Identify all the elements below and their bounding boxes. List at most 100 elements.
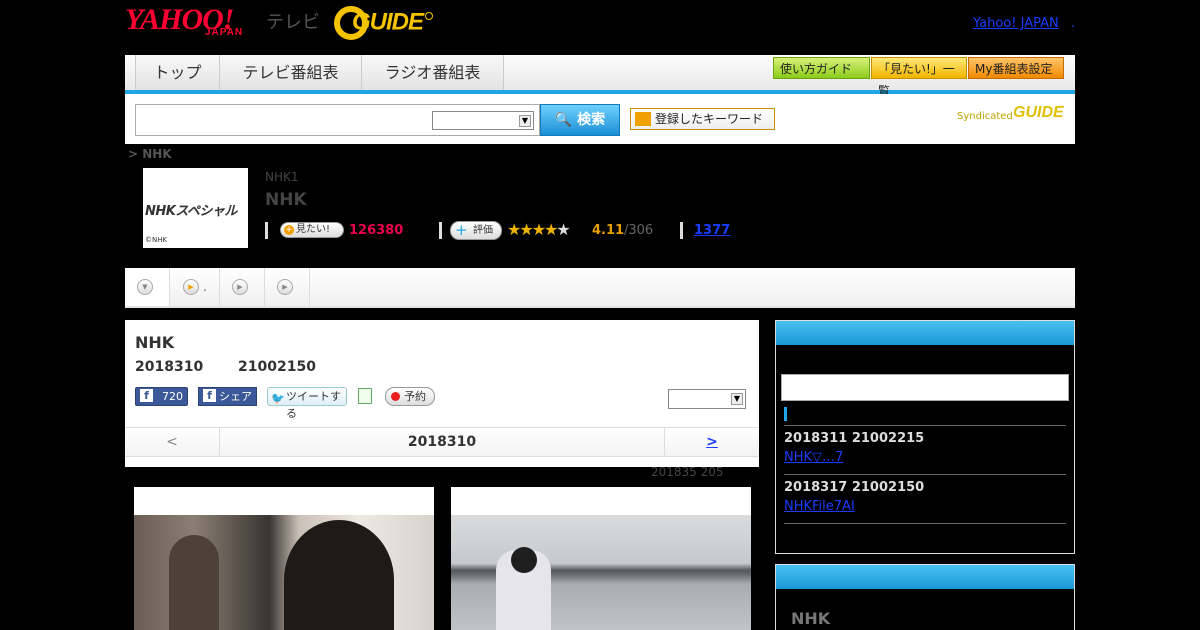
tv-logo-text[interactable]: テレビ: [266, 8, 320, 34]
chevron-down-icon: ▼: [519, 115, 531, 127]
divider: [784, 523, 1066, 524]
divider: [784, 425, 1066, 426]
search-button[interactable]: 🔍 検索: [540, 104, 620, 136]
photo-sea-scene: [451, 515, 751, 630]
facebook-share-button[interactable]: f シェア: [198, 387, 257, 406]
photo-head: [284, 520, 394, 630]
pager-prev[interactable]: <: [125, 428, 220, 456]
subtab-2[interactable]: ▶.: [170, 268, 220, 306]
rate-button[interactable]: + 評価: [450, 221, 502, 240]
episode-image-1[interactable]: [134, 487, 434, 630]
pager-current-date: 2018310: [407, 434, 477, 450]
rating-stars: ★★★★★: [507, 220, 571, 239]
like-count: 720: [162, 390, 183, 403]
search-bar: ▼ 🔍 検索 登録したキーワード Syndicated GUIDE: [125, 94, 1075, 144]
episode-panel: NHK 2018310 21002150 f 720 f シェア 🐦 ツイートする 予…: [125, 320, 759, 467]
record-dot-icon: [391, 392, 400, 401]
yahoo-japan-link[interactable]: Yahoo! JAPAN: [973, 16, 1059, 31]
upcoming-item-date: 2018311 21002215: [784, 431, 925, 446]
channel-name: NHK1: [265, 170, 299, 184]
want-count: 126380: [349, 223, 404, 238]
subtab-3[interactable]: ▶: [220, 268, 265, 306]
episode-time: 21002150: [238, 359, 316, 375]
thumbnail-title: NHKスペシャル: [145, 204, 237, 219]
review-count-link[interactable]: 1377: [694, 223, 730, 238]
gguide-logo[interactable]: GUIDE: [334, 6, 424, 40]
want-list-button[interactable]: 「見たい!」一覧: [871, 57, 967, 98]
sidebar-box-header: [776, 321, 1074, 345]
play-icon: ▶: [232, 279, 248, 295]
rating-count: /306: [624, 223, 654, 238]
episode-image-2[interactable]: [451, 487, 751, 630]
photo-person: [169, 535, 219, 630]
registered-mark-icon: [425, 12, 433, 20]
tab-tv-schedule[interactable]: テレビ番組表: [220, 55, 362, 90]
twitter-bird-icon: 🐦: [271, 392, 285, 405]
star-icon: ★: [507, 220, 521, 239]
breadcrumb[interactable]: > NHK: [128, 147, 172, 161]
facebook-like-button[interactable]: f 720: [135, 387, 188, 406]
my-schedule-settings-button[interactable]: My番組表設定: [968, 57, 1064, 79]
syndicated-label: Syndicated: [957, 111, 1013, 122]
guide-button[interactable]: 使い方ガイド: [773, 57, 870, 79]
upcoming-item-date: 2018317 21002150: [784, 480, 925, 495]
play-icon: ▶: [277, 279, 293, 295]
tweet-button[interactable]: 🐦 ツイートする: [267, 387, 347, 420]
program-subtabs: ▼ ▶. ▶ ▶: [125, 268, 1075, 308]
tab-radio-schedule[interactable]: ラジオ番組表: [362, 55, 504, 90]
gguide-logo-text: GUIDE: [352, 8, 424, 36]
reserve-button[interactable]: 予約: [385, 387, 435, 406]
pager-next[interactable]: >: [664, 428, 759, 456]
triangle-down-icon: [635, 112, 651, 126]
plus-icon: +: [455, 221, 468, 239]
subtab-info[interactable]: ▼: [125, 268, 170, 306]
subtab-4[interactable]: ▶: [265, 268, 310, 306]
search-button-label: 検索: [577, 112, 606, 128]
search-scope-select[interactable]: ▼: [432, 111, 534, 130]
tweet-label: ツイートする: [286, 390, 341, 420]
divider-bar: [439, 222, 442, 239]
upcoming-item-link[interactable]: NHKFile7AI: [784, 499, 855, 514]
clip-icon[interactable]: [358, 388, 372, 404]
star-icon: ★: [519, 220, 533, 239]
divider: [784, 474, 1066, 475]
episode-date: 2018310: [135, 359, 204, 375]
yahoo-japan-logo-text: JAPAN: [205, 27, 244, 38]
subtab-2-label: .: [203, 280, 207, 294]
sidebar-box-2: NHK: [775, 564, 1075, 630]
photo-head: [511, 547, 537, 573]
syndicated-gguide-logo: GUIDE: [1013, 104, 1064, 121]
rate-button-label: 評価: [473, 225, 493, 236]
chevron-down-icon: ▼: [731, 393, 743, 405]
date-pager: < 2018310 >: [125, 427, 759, 457]
divider-bar: [680, 222, 683, 239]
reserve-label: 予約: [404, 390, 426, 403]
saved-keywords-label: 登録したキーワード: [655, 112, 764, 126]
star-icon: ★: [531, 220, 546, 239]
sidebar-section-marker: [784, 407, 787, 421]
sidebar-box-2-text: NHK: [791, 609, 831, 628]
sidebar-input[interactable]: [781, 374, 1069, 401]
header-dot: .: [1071, 16, 1076, 31]
chevron-down-icon: ▼: [137, 279, 153, 295]
main-nav: トップ テレビ番組表 ラジオ番組表 使い方ガイド 「見たい!」一覧 My番組表設…: [125, 55, 1075, 98]
updated-time: 201835 205: [651, 465, 724, 479]
facebook-icon: f: [203, 389, 216, 402]
episode-title: NHK: [135, 333, 175, 352]
plus-icon: +: [284, 225, 294, 235]
tab-top[interactable]: トップ: [135, 55, 220, 90]
want-to-watch-button[interactable]: + 見たい!: [280, 222, 344, 238]
thumbnail-copyright: ©NHK: [145, 236, 168, 244]
program-name: NHK: [265, 190, 307, 210]
star-icon: ★: [544, 220, 558, 239]
facebook-icon: f: [140, 389, 153, 402]
program-thumbnail: NHKスペシャル ©NHK: [143, 168, 248, 248]
saved-keywords-button[interactable]: 登録したキーワード: [630, 108, 775, 130]
rating-value: 4.11: [592, 223, 625, 238]
region-select[interactable]: ▼: [668, 389, 746, 409]
photo-room-scene: [134, 515, 434, 630]
upcoming-item-link[interactable]: NHK▽…7: [784, 450, 843, 465]
share-label: シェア: [219, 390, 252, 403]
want-button-label: 見たい!: [296, 224, 331, 235]
sidebar-box-upcoming: 2018311 21002215 NHK▽…7 2018317 21002150…: [775, 320, 1075, 554]
